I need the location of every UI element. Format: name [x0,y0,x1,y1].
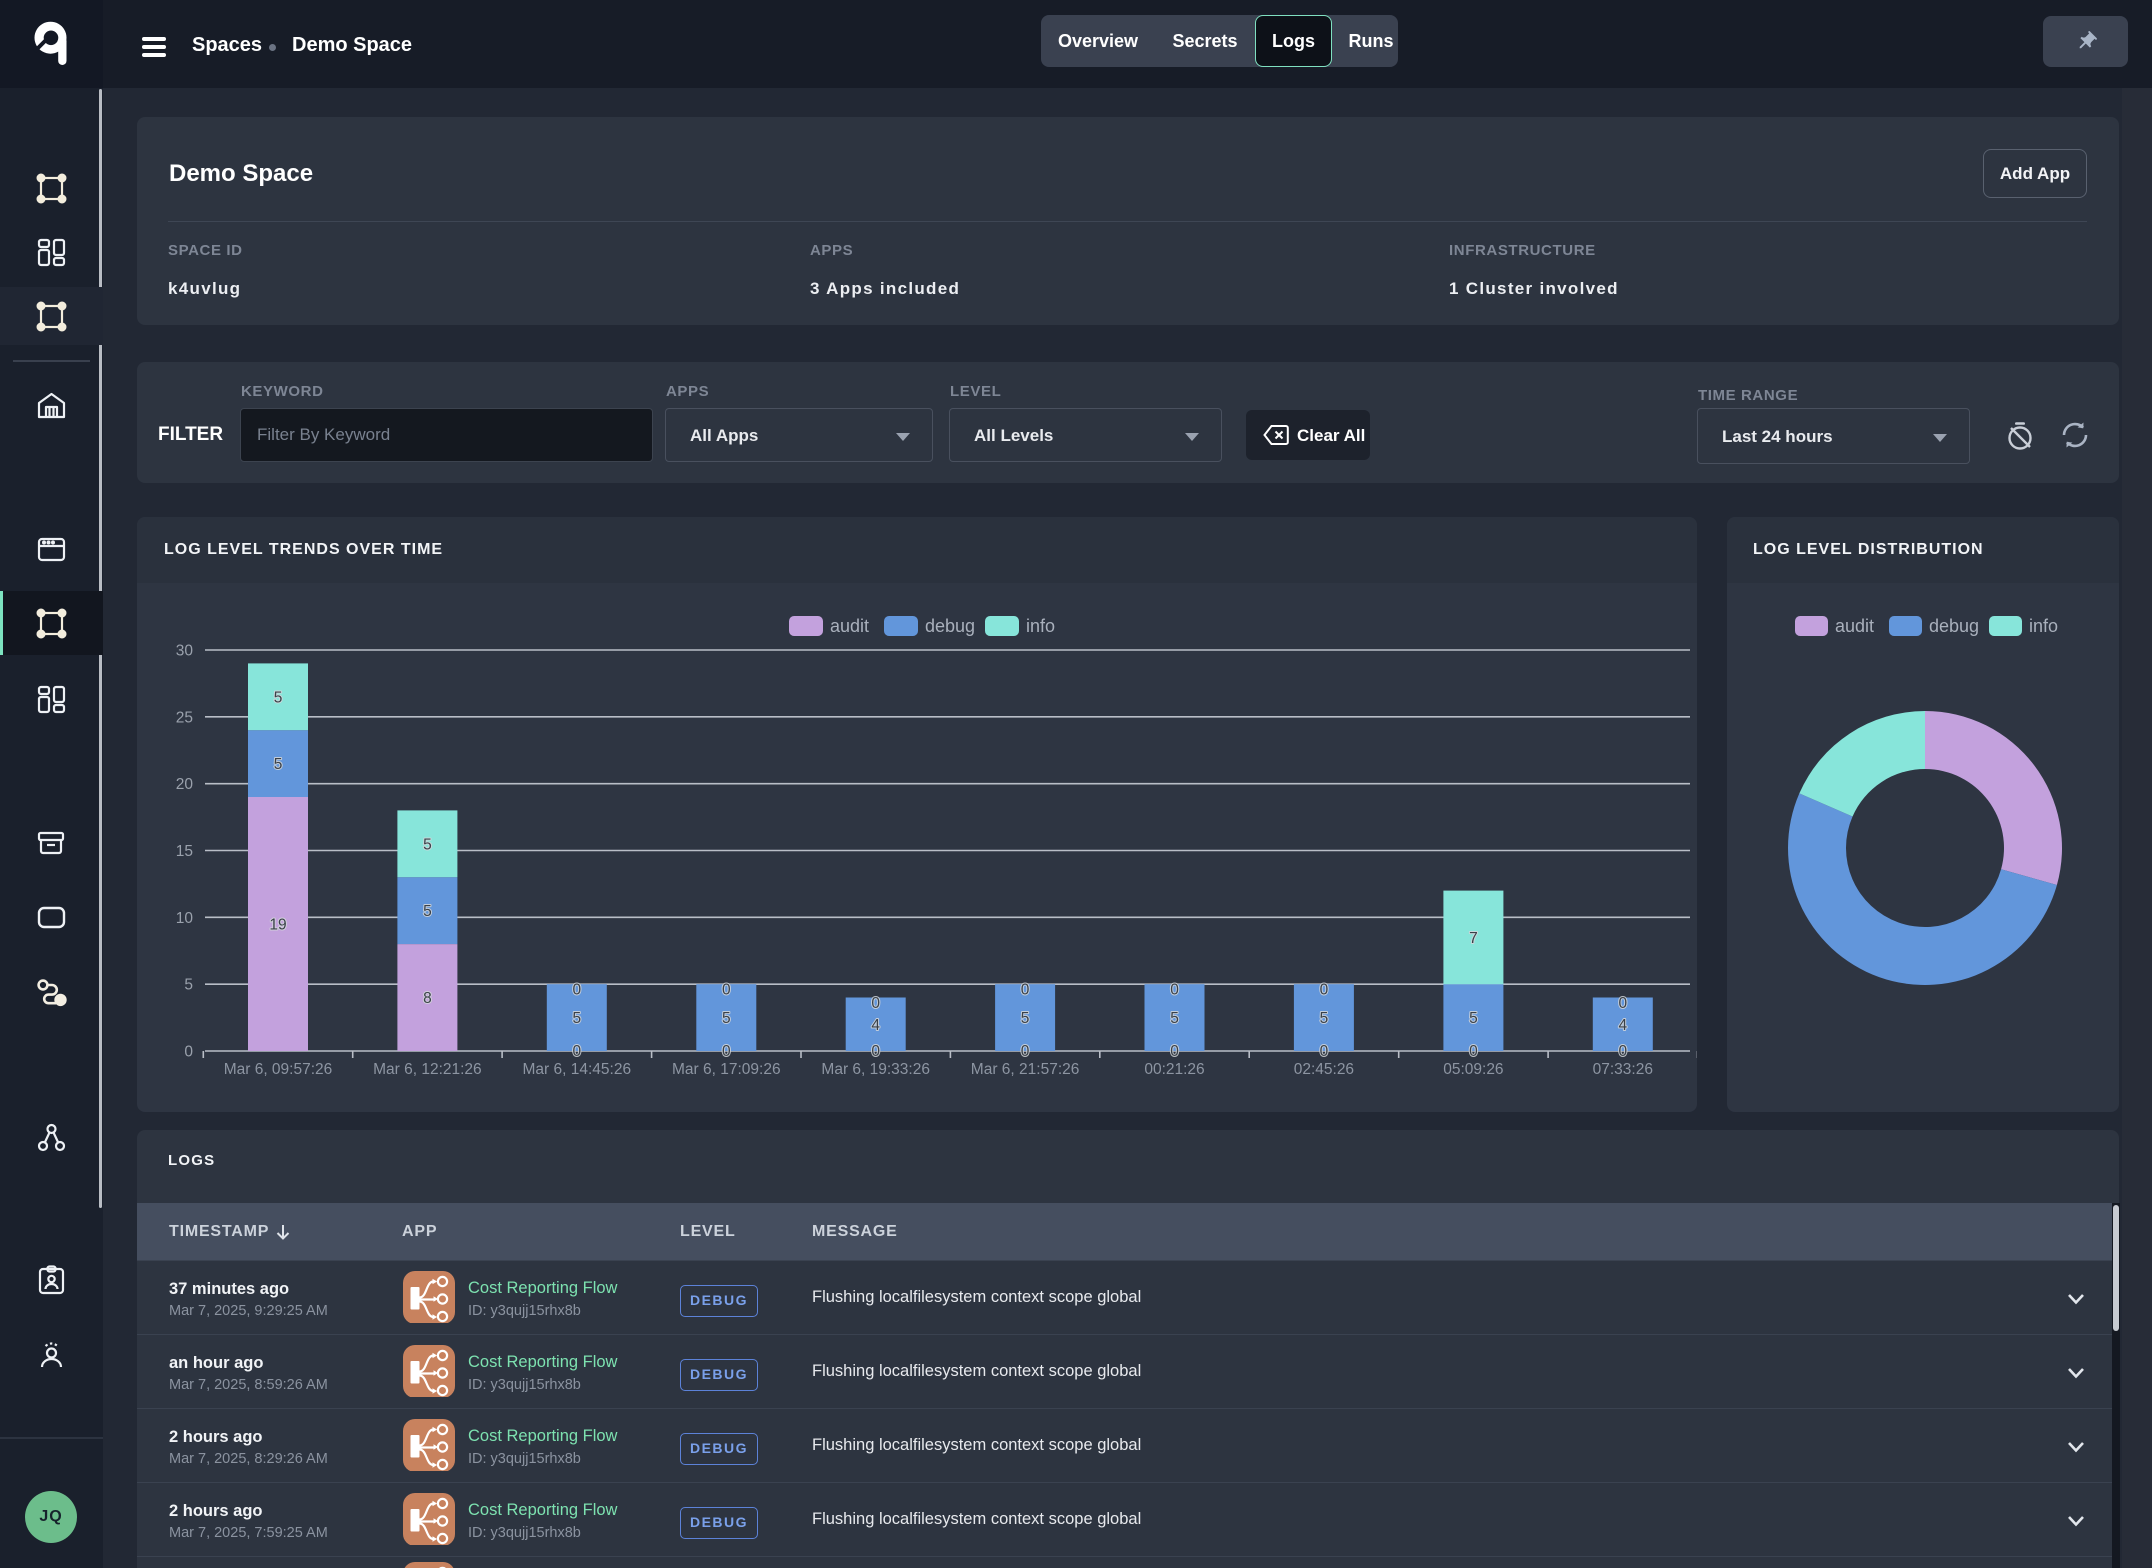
svg-text:0: 0 [572,1043,581,1060]
svg-text:audit: audit [830,616,869,636]
svg-text:5: 5 [423,903,432,920]
svg-text:Mar 6, 19:33:26: Mar 6, 19:33:26 [821,1061,930,1078]
svg-text:audit: audit [1835,616,1874,636]
svg-text:15: 15 [176,843,193,860]
svg-text:19: 19 [269,917,286,934]
svg-text:5: 5 [722,1010,731,1027]
svg-text:0: 0 [184,1044,193,1061]
svg-text:debug: debug [1929,616,1979,636]
svg-text:Mar 6, 17:09:26: Mar 6, 17:09:26 [672,1061,781,1078]
svg-text:5: 5 [274,756,283,773]
svg-text:info: info [1026,616,1055,636]
svg-text:0: 0 [1469,1043,1478,1060]
svg-text:0: 0 [1021,1043,1030,1060]
svg-text:20: 20 [176,776,194,793]
svg-text:0: 0 [1320,1043,1329,1060]
svg-text:0: 0 [1170,1043,1179,1060]
svg-text:7: 7 [1469,930,1478,947]
svg-text:30: 30 [176,643,194,660]
svg-text:5: 5 [572,1010,581,1027]
svg-text:5: 5 [1320,1010,1329,1027]
svg-text:5: 5 [184,977,193,994]
svg-text:5: 5 [423,836,432,853]
svg-text:5: 5 [1021,1010,1030,1027]
svg-text:0: 0 [1618,1043,1627,1060]
svg-text:0: 0 [722,982,731,999]
svg-text:0: 0 [572,982,581,999]
svg-text:5: 5 [1170,1010,1179,1027]
svg-text:0: 0 [1170,982,1179,999]
svg-text:0: 0 [1618,995,1627,1012]
svg-text:4: 4 [871,1017,880,1034]
svg-text:Mar 6, 12:21:26: Mar 6, 12:21:26 [373,1061,482,1078]
svg-text:0: 0 [871,995,880,1012]
svg-text:0: 0 [722,1043,731,1060]
svg-text:Mar 6, 14:45:26: Mar 6, 14:45:26 [523,1061,632,1078]
svg-text:0: 0 [1021,982,1030,999]
svg-text:Mar 6, 09:57:26: Mar 6, 09:57:26 [224,1061,333,1078]
svg-text:5: 5 [1469,1010,1478,1027]
svg-text:00:21:26: 00:21:26 [1144,1061,1204,1078]
svg-text:0: 0 [871,1043,880,1060]
svg-text:10: 10 [176,910,194,927]
svg-text:05:09:26: 05:09:26 [1443,1061,1503,1078]
svg-text:8: 8 [423,990,432,1007]
svg-text:0: 0 [1320,982,1329,999]
svg-text:Mar 6, 21:57:26: Mar 6, 21:57:26 [971,1061,1080,1078]
svg-text:4: 4 [1618,1017,1627,1034]
svg-text:07:33:26: 07:33:26 [1593,1061,1653,1078]
svg-text:debug: debug [925,616,975,636]
svg-text:25: 25 [176,709,193,726]
svg-text:info: info [2029,616,2058,636]
svg-text:02:45:26: 02:45:26 [1294,1061,1354,1078]
svg-text:5: 5 [274,689,283,706]
